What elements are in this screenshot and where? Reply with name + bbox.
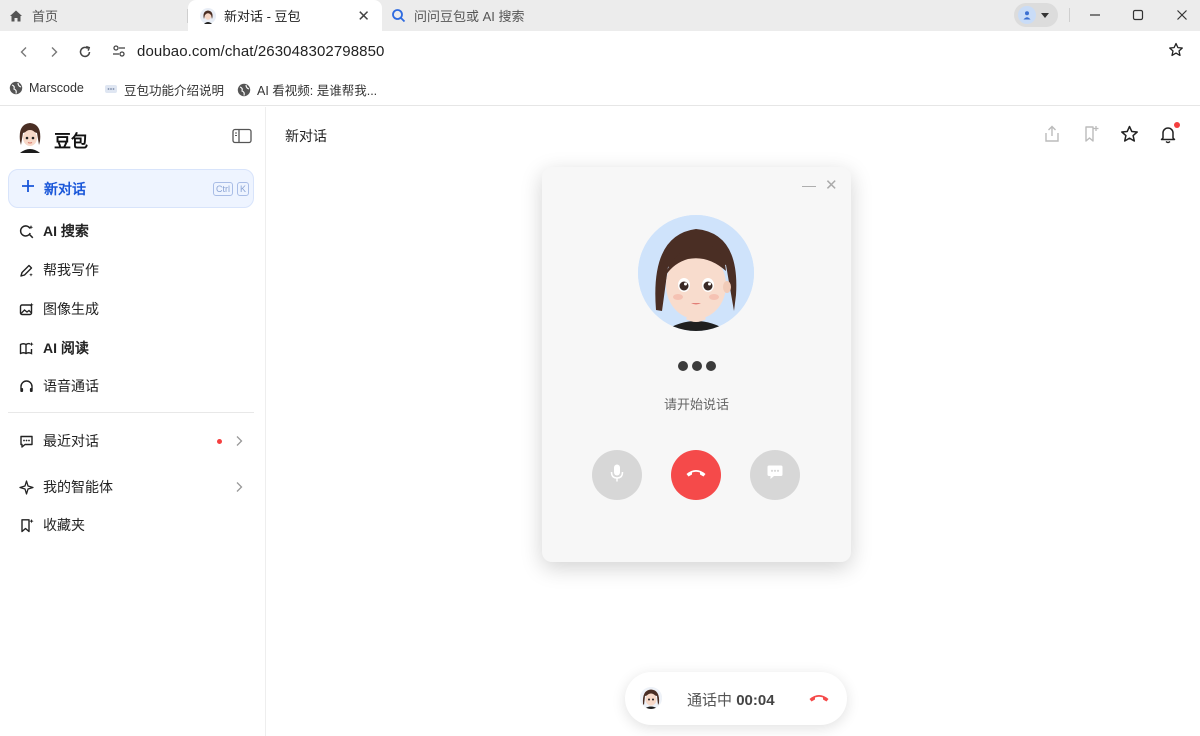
sidebar-item-voice-call[interactable]: 语音通话 [8, 368, 254, 404]
tab-home-label: 首页 [32, 9, 59, 24]
bookmark-label: Marscode [29, 80, 84, 95]
listening-indicator [678, 361, 716, 371]
tab-new-chat[interactable]: 新对话 - 豆包 ✕ [188, 0, 382, 31]
notification-dot [1174, 122, 1180, 128]
bookmarks-bar: Marscode 豆包功能介绍说明 AI 看视频: 是谁帮我... [0, 72, 1200, 106]
share-icon[interactable] [1042, 124, 1062, 144]
hang-up-button[interactable] [671, 450, 721, 500]
doubao-logo-icon [16, 121, 44, 158]
book-icon [18, 340, 34, 356]
minimize-dialog-icon[interactable]: — [802, 177, 816, 193]
page-title: 新对话 [285, 128, 327, 144]
address-bar: doubao.com/chat/263048302798850 [0, 31, 1200, 72]
url-text[interactable]: doubao.com/chat/263048302798850 [137, 43, 384, 60]
new-chat-button[interactable]: 新对话 Ctrl K [8, 169, 254, 208]
sidebar-item-ai-search[interactable]: AI 搜索 [8, 213, 254, 249]
doubao-avatar-icon [200, 7, 216, 24]
forward-button[interactable] [43, 41, 65, 63]
bookmark-icon [18, 517, 34, 533]
bookmark-label: 豆包功能介绍说明 [124, 84, 225, 98]
call-hint: 请开始说话 [663, 397, 729, 412]
dot [706, 361, 716, 371]
shortcut-k: K [237, 182, 250, 196]
headphones-icon [18, 378, 34, 394]
sparkle-icon [18, 479, 34, 495]
tab-home[interactable]: 首页 [8, 0, 186, 31]
close-dialog-icon[interactable]: ✕ [825, 176, 838, 194]
call-timer: 00:04 [736, 692, 775, 709]
sidebar-item-label: 收藏夹 [43, 517, 85, 533]
back-button[interactable] [13, 41, 35, 63]
bookmark-doubao-intro[interactable]: 豆包功能介绍说明 [103, 80, 224, 99]
sidebar-item-label: 我的智能体 [43, 479, 113, 495]
profile-button[interactable] [1014, 3, 1058, 27]
profile-avatar-icon [1018, 6, 1036, 24]
sidebar: 豆包 新对话 Ctrl K AI 搜索 帮我写作 图像生成 AI 阅读 语音通话… [0, 107, 266, 736]
microphone-icon [609, 463, 625, 488]
home-icon [8, 8, 24, 24]
maximize-button[interactable] [1127, 5, 1149, 25]
close-tab-icon[interactable]: ✕ [357, 7, 370, 25]
brand-name: 豆包 [54, 132, 88, 151]
hang-up-icon[interactable] [808, 691, 830, 709]
bookmark-marscode[interactable]: Marscode [8, 80, 84, 95]
chevron-down-icon [1041, 12, 1049, 18]
sidebar-item-label: 语音通话 [43, 378, 99, 394]
reload-button[interactable] [74, 41, 96, 63]
sidebar-item-writing[interactable]: 帮我写作 [8, 252, 254, 288]
sidebar-item-label: AI 阅读 [43, 340, 89, 356]
sidebar-divider [8, 412, 254, 413]
sidebar-item-label: 图像生成 [43, 301, 99, 317]
tab-ai-search[interactable]: 问问豆包或 AI 搜索 [390, 0, 690, 31]
new-chat-label: 新对话 [44, 180, 86, 197]
tab-new-chat-label: 新对话 - 豆包 [224, 9, 301, 24]
star-icon[interactable] [1119, 124, 1139, 144]
call-status-label: 通话中 [687, 692, 733, 709]
minimize-button[interactable] [1084, 5, 1106, 25]
site-settings-icon[interactable] [112, 44, 126, 63]
tab-ai-search-label: 问问豆包或 AI 搜索 [414, 9, 525, 24]
dot [678, 361, 688, 371]
sidebar-item-favorites[interactable]: 收藏夹 [8, 507, 254, 543]
dot [692, 361, 702, 371]
chat-icon [18, 433, 34, 449]
browser-tab-bar: 首页 新对话 - 豆包 ✕ 问问豆包或 AI 搜索 [0, 0, 1200, 31]
voice-call-dialog: — ✕ 请开始说话 [542, 167, 851, 562]
add-bookmark-icon[interactable] [1081, 124, 1101, 144]
sidebar-item-recent[interactable]: 最近对话 [8, 423, 254, 459]
brand[interactable]: 豆包 [16, 121, 88, 158]
call-status-pill[interactable]: 通话中 00:04 [625, 672, 847, 725]
chat-bubble-icon [766, 464, 784, 486]
sidebar-item-ai-reading[interactable]: AI 阅读 [8, 330, 254, 366]
chevron-right-icon[interactable] [234, 480, 244, 496]
assistant-avatar [638, 215, 754, 331]
bookmark-star-icon[interactable] [1168, 42, 1184, 63]
mute-button[interactable] [592, 450, 642, 500]
unread-dot [217, 439, 222, 444]
assistant-mini-avatar [640, 687, 662, 709]
chevron-right-icon[interactable] [234, 434, 244, 450]
plus-icon [21, 179, 35, 198]
close-window-button[interactable] [1171, 5, 1193, 25]
ai-search-icon [18, 223, 34, 239]
bookmark-label: AI 看视频: 是谁帮我... [257, 84, 378, 98]
sidebar-item-label: 帮我写作 [43, 262, 99, 278]
hang-up-icon [685, 466, 707, 484]
pen-icon [18, 262, 34, 278]
sidebar-toggle-icon[interactable] [232, 128, 252, 149]
window-separator [1069, 8, 1070, 22]
sidebar-item-label: 最近对话 [43, 433, 99, 449]
sidebar-item-my-agents[interactable]: 我的智能体 [8, 469, 254, 505]
globe-icon [8, 80, 23, 95]
call-status-text: 通话中 00:04 [687, 689, 775, 710]
bookmark-ai-video[interactable]: AI 看视频: 是谁帮我... [236, 80, 377, 99]
sidebar-item-image-gen[interactable]: 图像生成 [8, 291, 254, 327]
globe-icon [236, 82, 251, 97]
ai-search-icon [390, 8, 406, 24]
switch-to-text-button[interactable] [750, 450, 800, 500]
image-icon [18, 301, 34, 317]
chat-bubble-icon [103, 82, 118, 97]
shortcut-ctrl: Ctrl [213, 182, 233, 196]
sidebar-item-label: AI 搜索 [43, 223, 89, 239]
